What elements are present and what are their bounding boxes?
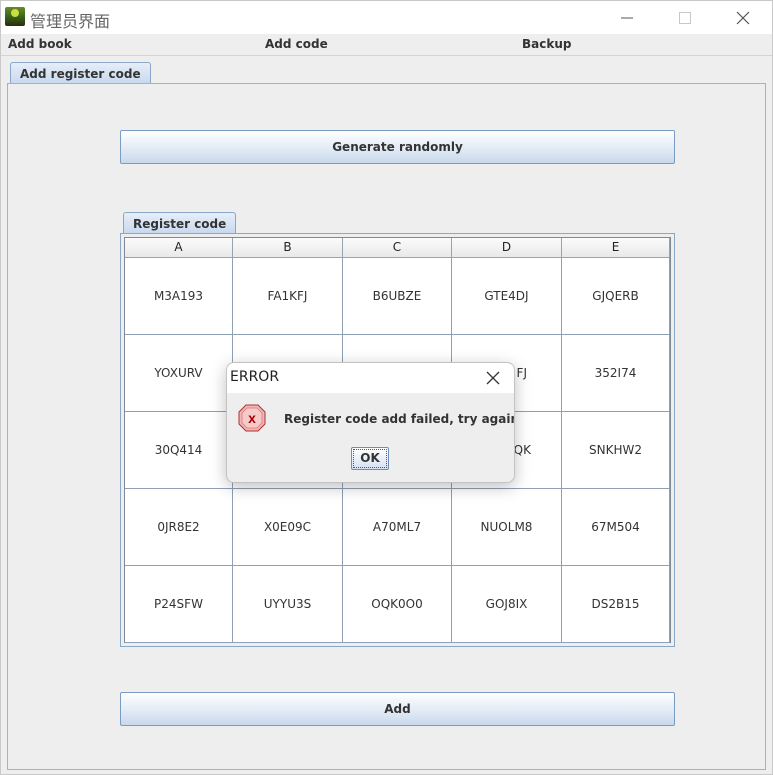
window-title: 管理员界面 <box>30 12 111 31</box>
tab-add-register-code[interactable]: Add register code <box>10 62 151 84</box>
table-cell[interactable]: A70ML7 <box>343 489 452 566</box>
table-cell[interactable]: B6UBZE <box>343 258 452 335</box>
table-cell[interactable]: M3A193 <box>125 258 233 335</box>
minimize-icon <box>621 17 633 18</box>
generate-randomly-button[interactable]: Generate randomly <box>120 130 675 164</box>
dialog-message: Register code add failed, try again late… <box>284 412 514 426</box>
table-cell[interactable]: GJQERB <box>562 258 670 335</box>
menu-bar: Add book Add code Backup <box>1 34 772 56</box>
table-row: 0JR8E2 X0E09C A70ML7 NUOLM8 67M504 <box>125 489 670 566</box>
dialog-close-button[interactable] <box>482 367 504 389</box>
error-icon: x <box>238 404 266 432</box>
close-button[interactable] <box>714 1 772 33</box>
dialog-title-bar: ERROR <box>227 363 514 393</box>
add-button[interactable]: Add <box>120 692 675 726</box>
table-cell[interactable]: UYYU3S <box>233 566 343 643</box>
column-header[interactable]: C <box>343 238 452 258</box>
table-row: P24SFW UYYU3S OQK0O0 GOJ8IX DS2B15 <box>125 566 670 643</box>
menu-backup[interactable]: Backup <box>522 37 571 51</box>
table-cell[interactable]: DS2B15 <box>562 566 670 643</box>
table-cell[interactable]: 67M504 <box>562 489 670 566</box>
menu-add-code[interactable]: Add code <box>265 37 328 51</box>
table-cell[interactable]: GTE4DJ <box>452 258 562 335</box>
close-icon <box>736 11 750 24</box>
table-row: M3A193 FA1KFJ B6UBZE GTE4DJ GJQERB <box>125 258 670 335</box>
menu-add-book[interactable]: Add book <box>8 37 72 51</box>
dialog-title: ERROR <box>230 369 280 385</box>
table-cell[interactable]: SNKHW2 <box>562 412 670 489</box>
table-cell[interactable]: YOXURV <box>125 335 233 412</box>
table-cell[interactable]: P24SFW <box>125 566 233 643</box>
ok-button-label: OK <box>353 449 387 468</box>
error-dialog: ERROR x Register code add failed, try ag… <box>226 362 515 483</box>
table-cell[interactable]: 352I74 <box>562 335 670 412</box>
column-header[interactable]: D <box>452 238 562 258</box>
table-header: A B C D E <box>125 238 670 258</box>
column-header[interactable]: E <box>562 238 670 258</box>
table-cell[interactable]: 30Q414 <box>125 412 233 489</box>
title-bar: 管理员界面 <box>1 1 772 34</box>
app-window: 管理员界面 Add book Add code Backup Add regis… <box>0 0 773 775</box>
minimize-button[interactable] <box>598 1 656 33</box>
table-cell[interactable]: OQK0O0 <box>343 566 452 643</box>
svg-text:x: x <box>248 410 256 426</box>
app-logo-icon <box>5 7 25 26</box>
table-cell[interactable]: NUOLM8 <box>452 489 562 566</box>
column-header[interactable]: B <box>233 238 343 258</box>
table-cell[interactable]: X0E09C <box>233 489 343 566</box>
maximize-button[interactable] <box>656 1 714 33</box>
table-cell[interactable]: GOJ8IX <box>452 566 562 643</box>
table-cell[interactable]: FA1KFJ <box>233 258 343 335</box>
ok-button[interactable]: OK <box>351 447 389 470</box>
maximize-icon <box>679 11 691 24</box>
close-icon <box>486 371 500 385</box>
column-header[interactable]: A <box>125 238 233 258</box>
table-cell[interactable]: 0JR8E2 <box>125 489 233 566</box>
tab-register-code[interactable]: Register code <box>123 212 237 234</box>
